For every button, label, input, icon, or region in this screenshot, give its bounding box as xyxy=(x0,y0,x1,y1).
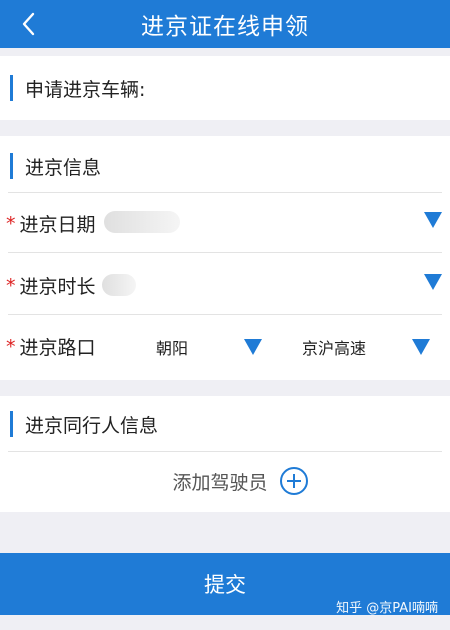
entry-date-row[interactable]: * 进京日期 xyxy=(6,210,96,237)
entry-info-header: 进京信息 xyxy=(0,151,101,181)
companion-info-header: 进京同行人信息 xyxy=(0,409,158,439)
section-accent-bar xyxy=(10,153,13,179)
watermark: 知乎 @京PAI喃喃 xyxy=(336,601,438,616)
submit-label: 提交 xyxy=(204,573,246,597)
divider xyxy=(8,252,442,253)
entry-info-title: 进京信息 xyxy=(25,156,102,179)
entry-date-dropdown-icon[interactable] xyxy=(424,212,442,228)
route-road-dropdown-icon[interactable] xyxy=(412,339,430,355)
entry-duration-row[interactable]: * 进京时长 xyxy=(6,272,96,299)
page-title: 进京证在线申领 xyxy=(141,14,309,40)
app-header: 进京证在线申领 xyxy=(0,0,450,48)
section-accent-bar xyxy=(10,411,13,437)
section-accent-bar xyxy=(10,75,13,101)
entry-date-label: 进京日期 xyxy=(19,214,96,236)
vehicle-row[interactable]: 申请进京车辆: xyxy=(0,73,145,103)
add-driver-button[interactable]: 添加驾驶员 xyxy=(0,455,450,507)
vehicle-card: 申请进京车辆: xyxy=(0,56,450,120)
required-mark: * xyxy=(6,335,16,358)
entry-route-row: * 进京路口 xyxy=(6,333,96,360)
required-mark: * xyxy=(6,212,16,235)
entry-date-value-blurred xyxy=(104,211,180,233)
plus-circle-icon[interactable] xyxy=(279,467,308,495)
entry-route-label: 进京路口 xyxy=(19,337,96,359)
route-district-select[interactable]: 朝阳 xyxy=(156,335,188,359)
route-road-select[interactable]: 京沪高速 xyxy=(302,335,366,359)
entry-info-card: 进京信息 * 进京日期 * 进京时长 * 进京路口 朝阳 京沪高速 xyxy=(0,136,450,380)
required-mark: * xyxy=(6,274,16,297)
entry-duration-label: 进京时长 xyxy=(19,276,96,298)
chevron-left-icon[interactable] xyxy=(18,10,42,38)
add-driver-label: 添加驾驶员 xyxy=(172,471,268,494)
divider xyxy=(8,192,442,193)
companion-info-title: 进京同行人信息 xyxy=(25,414,159,437)
entry-duration-dropdown-icon[interactable] xyxy=(424,274,442,290)
route-district-dropdown-icon[interactable] xyxy=(244,339,262,355)
vehicle-label: 申请进京车辆: xyxy=(25,78,146,101)
divider xyxy=(8,314,442,315)
entry-duration-value-blurred xyxy=(102,274,136,296)
divider xyxy=(8,451,442,452)
